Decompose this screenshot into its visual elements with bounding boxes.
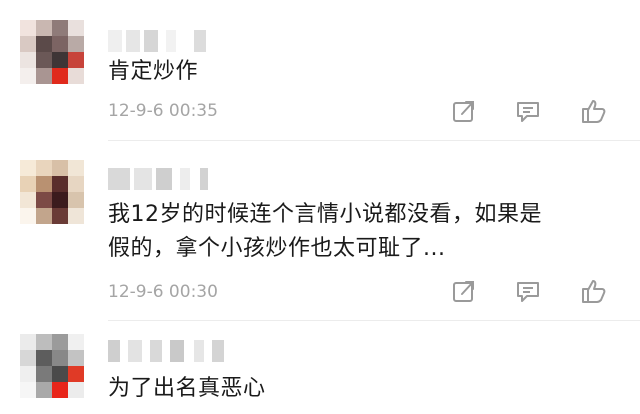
- reply-icon[interactable]: [513, 276, 543, 306]
- comment-text-line-2: 假的，拿个小孩炒作也太可耻了...: [108, 236, 446, 261]
- avatar-pixelated[interactable]: [20, 334, 84, 398]
- comment-divider: [108, 320, 640, 321]
- share-icon[interactable]: [449, 276, 479, 306]
- avatar-pixelated[interactable]: [20, 160, 84, 224]
- share-icon[interactable]: [449, 96, 479, 126]
- username-blurred[interactable]: [108, 30, 228, 52]
- comment-timestamp: 12-9-6 00:30: [108, 282, 218, 302]
- comment-text: 为了出名真恶心: [108, 376, 266, 401]
- username-blurred[interactable]: [108, 168, 228, 190]
- like-icon[interactable]: [578, 276, 608, 306]
- username-blurred[interactable]: [108, 340, 228, 362]
- comment-text: 肯定炒作: [108, 59, 199, 84]
- comment-divider: [108, 140, 640, 141]
- comment-timestamp: 12-9-6 00:35: [108, 101, 218, 121]
- comment-text-line-1: 我12岁的时候连个言情小说都没看，如果是: [108, 202, 542, 227]
- avatar-pixelated[interactable]: [20, 20, 84, 84]
- like-icon[interactable]: [578, 96, 608, 126]
- reply-icon[interactable]: [513, 96, 543, 126]
